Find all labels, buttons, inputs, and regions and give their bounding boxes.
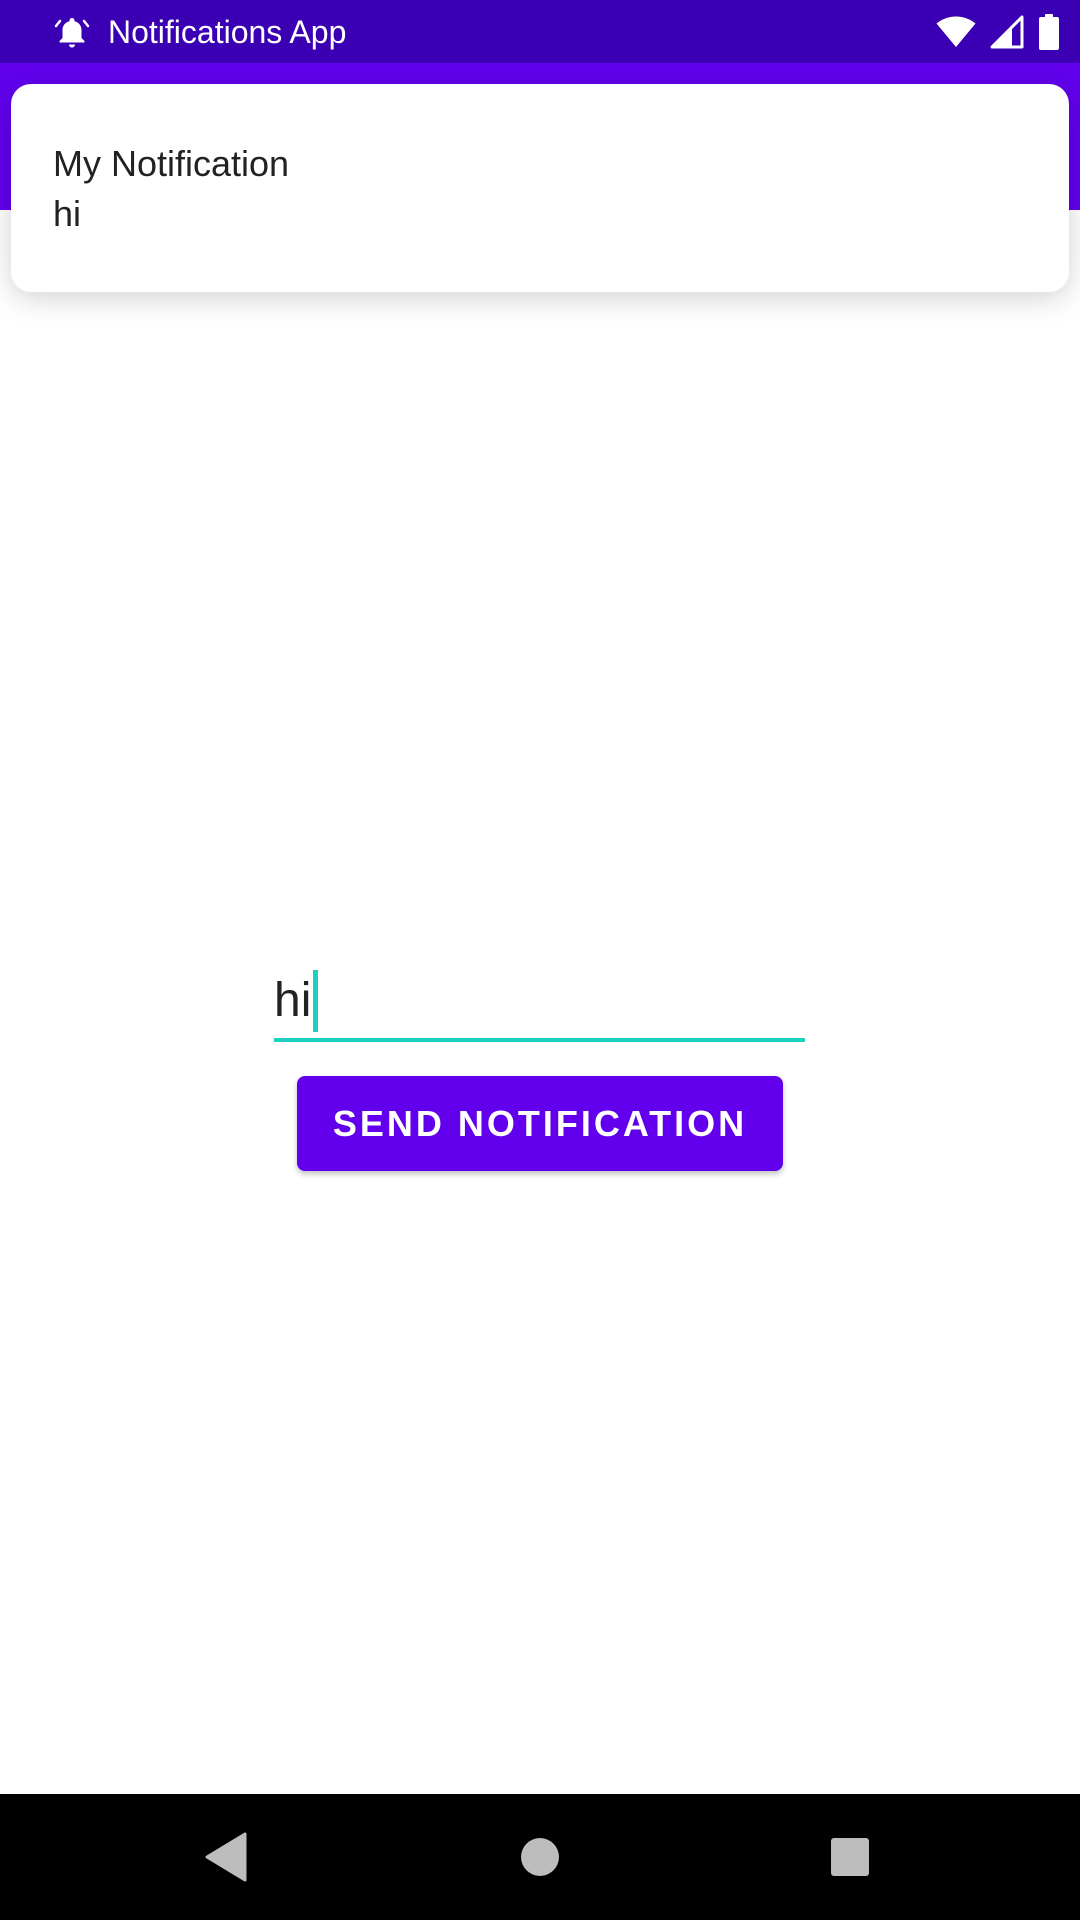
notification-body: hi — [53, 193, 82, 234]
home-icon — [521, 1838, 559, 1876]
status-icons — [936, 12, 1060, 52]
send-notification-button[interactable]: SEND NOTIFICATION — [297, 1076, 783, 1171]
message-input-value: hi — [274, 974, 312, 1027]
home-button[interactable] — [510, 1827, 570, 1887]
message-input[interactable]: hi — [274, 966, 805, 1042]
recents-icon — [831, 1838, 869, 1876]
battery-icon — [1039, 14, 1059, 50]
status-bar: Notifications App — [0, 0, 1080, 63]
bell-icon — [54, 18, 90, 48]
back-icon — [205, 1832, 247, 1882]
signal-icon — [990, 15, 1024, 49]
navigation-bar — [0, 1794, 1080, 1920]
input-underline — [274, 1038, 805, 1042]
wifi-icon — [936, 16, 976, 47]
text-cursor — [313, 970, 319, 1032]
message-input-field[interactable]: hi — [274, 966, 805, 1036]
back-button[interactable] — [196, 1827, 256, 1887]
recents-button[interactable] — [820, 1827, 880, 1887]
status-app-title: Notifications App — [108, 14, 347, 50]
notification-title: My Notification — [53, 143, 290, 184]
notification-card[interactable]: My Notification hi — [11, 84, 1069, 292]
screen: Notifications App My Notification hi hi — [0, 0, 1080, 1920]
